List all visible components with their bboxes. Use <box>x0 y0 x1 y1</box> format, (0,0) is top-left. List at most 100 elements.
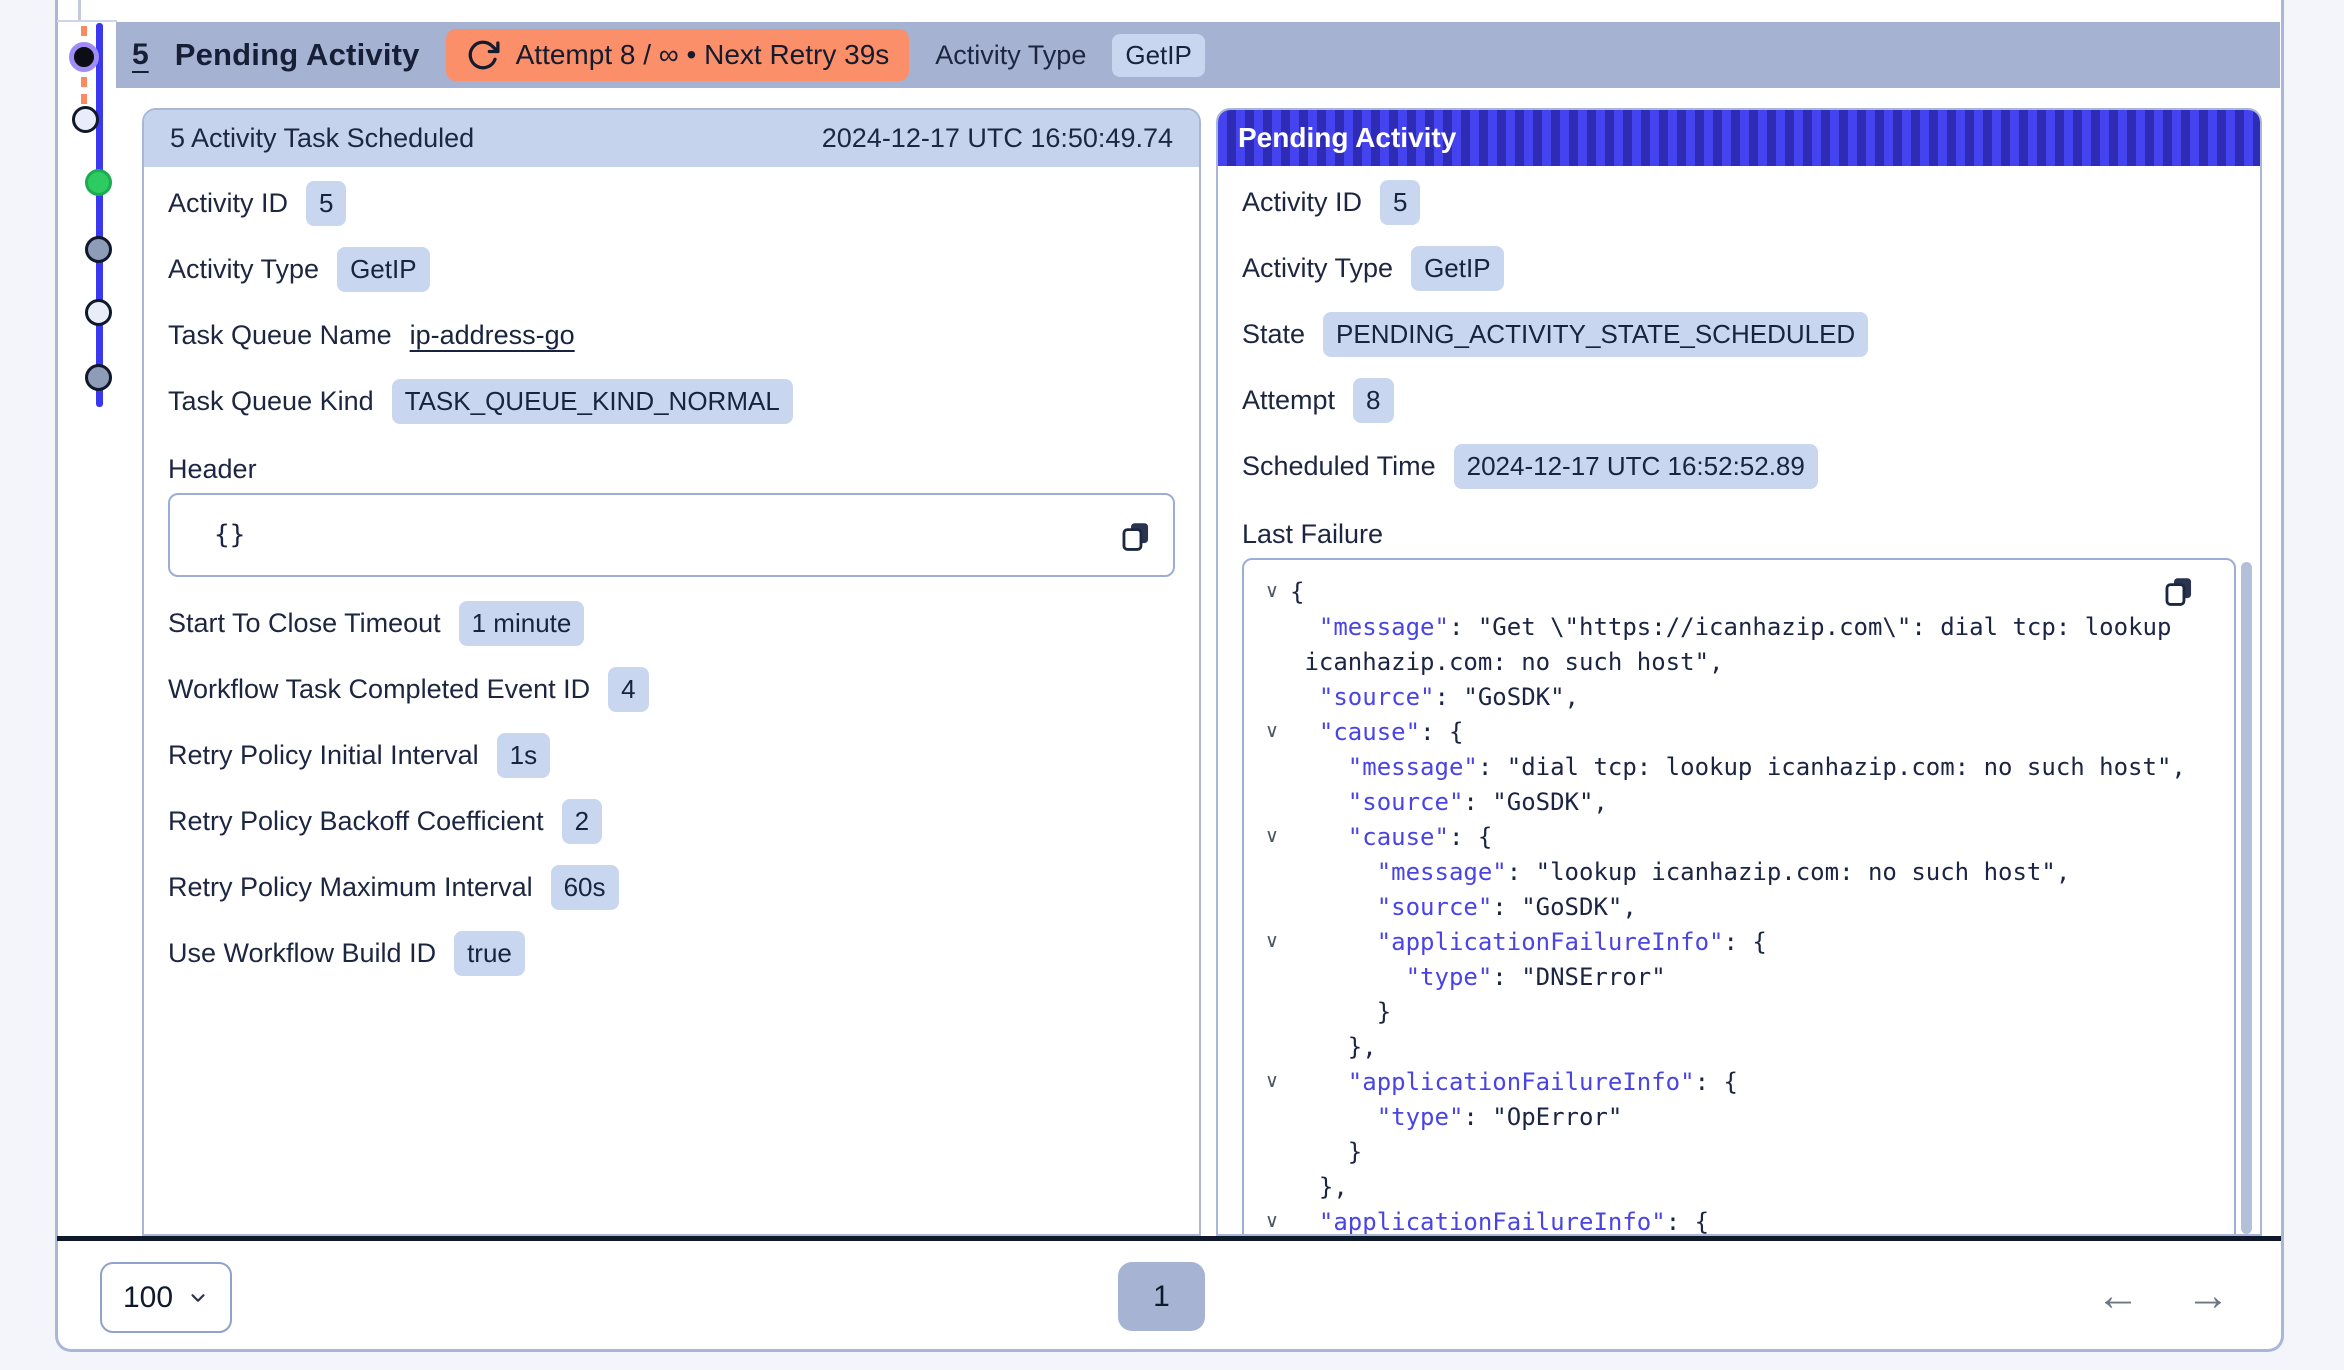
header-section-label: Header <box>168 445 1175 485</box>
code-line: ∨ "cause": { <box>1254 714 2214 749</box>
field-label: Activity ID <box>168 188 288 219</box>
collapse-chevron-icon[interactable]: ∨ <box>1254 825 1290 848</box>
field-label: Attempt <box>1242 385 1335 416</box>
code-line: ∨ "applicationFailureInfo": { <box>1254 924 2214 959</box>
timeline-line <box>96 23 103 407</box>
last-failure-label: Last Failure <box>1242 510 2236 550</box>
field-label: Activity Type <box>168 254 319 285</box>
timeline-dot <box>85 236 112 263</box>
field-value-badge: 1 minute <box>459 601 585 646</box>
collapse-chevron-icon[interactable]: ∨ <box>1254 720 1290 743</box>
task-queue-link[interactable]: ip-address-go <box>410 320 575 351</box>
code-text: } <box>1290 998 1391 1026</box>
code-line: }, <box>1254 1029 2214 1064</box>
last-failure-json: ∨{ "message": "Get \"https://icanhazip.c… <box>1254 574 2214 1236</box>
field-row-activity-id: Activity ID 5 <box>168 181 1175 225</box>
code-text: "applicationFailureInfo": { <box>1290 1208 1709 1236</box>
copy-button[interactable] <box>2162 574 2196 614</box>
activity-type-label: Activity Type <box>935 40 1086 71</box>
field-label: Retry Policy Maximum Interval <box>168 872 533 903</box>
page-size-select[interactable]: 100 <box>100 1262 232 1333</box>
field-label: Task Queue Name <box>168 320 392 351</box>
code-text: "type": "OpError" <box>1290 1103 1622 1131</box>
field-row-activity-type: Activity TypeGetIP <box>1242 246 2236 290</box>
field-row-retry-policy-backoff-coefficient: Retry Policy Backoff Coefficient2 <box>168 799 1175 843</box>
field-row-task-queue-kind: Task Queue Kind TASK_QUEUE_KIND_NORMAL <box>168 379 1175 423</box>
code-text: "cause": { <box>1290 823 1492 851</box>
collapse-chevron-icon[interactable]: ∨ <box>1254 1070 1290 1093</box>
event-card: 5 Activity Task Scheduled 2024-12-17 UTC… <box>142 108 1201 1236</box>
pending-fields: Activity ID5 Activity TypeGetIP StatePENDI… <box>1242 180 2236 488</box>
selected-event-marker <box>69 42 99 72</box>
event-title: Pending Activity <box>175 37 420 73</box>
field-value-badge: TASK_QUEUE_KIND_NORMAL <box>392 379 793 424</box>
field-label: Retry Policy Backoff Coefficient <box>168 806 544 837</box>
code-text: { <box>1290 578 1304 606</box>
field-value-badge: 2024-12-17 UTC 16:52:52.89 <box>1454 444 1818 489</box>
collapse-chevron-icon[interactable]: ∨ <box>1254 580 1290 603</box>
row-separator <box>57 20 117 22</box>
code-text: "applicationFailureInfo": { <box>1290 1068 1738 1096</box>
header-code-box: {} <box>168 493 1175 577</box>
field-label: Start To Close Timeout <box>168 608 441 639</box>
code-line: ∨ "applicationFailureInfo": { <box>1254 1204 2214 1236</box>
last-failure-code-box: ∨{ "message": "Get \"https://icanhazip.c… <box>1242 558 2236 1236</box>
code-text: "message": "dial tcp: lookup icanhazip.c… <box>1290 753 2186 781</box>
field-value-badge: 8 <box>1353 378 1393 423</box>
code-text: } <box>1290 1138 1362 1166</box>
event-card-title: 5 Activity Task Scheduled <box>170 123 474 154</box>
code-text: icanhazip.com: no such host", <box>1290 648 1723 676</box>
event-summary-row[interactable]: 5 Pending Activity Attempt 8 / ∞ • Next … <box>116 22 2280 88</box>
code-line: "source": "GoSDK", <box>1254 784 2214 819</box>
next-page-button[interactable]: → <box>2178 1268 2238 1324</box>
prev-page-button[interactable]: ← <box>2088 1268 2148 1324</box>
collapse-chevron-icon[interactable]: ∨ <box>1254 1210 1290 1233</box>
code-line: ∨ "applicationFailureInfo": { <box>1254 1064 2214 1099</box>
field-row-state: StatePENDING_ACTIVITY_STATE_SCHEDULED <box>1242 312 2236 356</box>
page: 5 Pending Activity Attempt 8 / ∞ • Next … <box>0 0 2344 1370</box>
collapse-chevron-icon[interactable]: ∨ <box>1254 930 1290 953</box>
field-row-use-workflow-build-id: Use Workflow Build IDtrue <box>168 931 1175 975</box>
field-label: Use Workflow Build ID <box>168 938 436 969</box>
code-text: "cause": { <box>1290 718 1463 746</box>
code-line: icanhazip.com: no such host", <box>1254 644 2214 679</box>
code-text: "message": "lookup icanhazip.com: no suc… <box>1290 858 2070 886</box>
field-row-activity-id: Activity ID5 <box>1242 180 2236 224</box>
activity-type-badge: GetIP <box>1112 34 1204 77</box>
field-row-scheduled-time: Scheduled Time2024-12-17 UTC 16:52:52.89 <box>1242 444 2236 488</box>
field-value-badge: GetIP <box>1411 246 1503 291</box>
code-text: "source": "GoSDK", <box>1290 893 1637 921</box>
event-id-link[interactable]: 5 <box>132 38 149 72</box>
event-fields: Activity ID 5 Activity Type GetIP Task Queue… <box>168 181 1175 423</box>
pending-card-header: Pending Activity <box>1218 110 2260 166</box>
field-value-badge: GetIP <box>337 247 429 292</box>
field-label: Workflow Task Completed Event ID <box>168 674 590 705</box>
header-code-content: {} <box>214 520 245 550</box>
bottom-separator <box>57 1236 2281 1241</box>
arrow-left-icon: ← <box>2096 1271 2140 1321</box>
code-line: "message": "Get \"https://icanhazip.com\… <box>1254 609 2214 644</box>
previous-row-edge <box>78 0 81 20</box>
field-label: Task Queue Kind <box>168 386 374 417</box>
scrollbar[interactable] <box>2241 562 2252 1234</box>
code-line: "source": "GoSDK", <box>1254 679 2214 714</box>
event-card-header: 5 Activity Task Scheduled 2024-12-17 UTC… <box>144 110 1199 167</box>
code-line: ∨{ <box>1254 574 2214 609</box>
code-line: ∨ "cause": { <box>1254 819 2214 854</box>
field-value-badge: 5 <box>306 181 346 226</box>
timeline-dot <box>85 364 112 391</box>
code-line: } <box>1254 1134 2214 1169</box>
timeline-dot-started <box>85 169 112 196</box>
copy-button[interactable] <box>1119 519 1153 560</box>
retry-badge-text: Attempt 8 / ∞ • Next Retry 39s <box>516 39 890 71</box>
page-number: 1 <box>1153 1280 1170 1314</box>
code-line: "type": "DNSError" <box>1254 959 2214 994</box>
retry-icon <box>466 38 500 72</box>
field-label: State <box>1242 319 1305 350</box>
field-row-retry-policy-maximum-interval: Retry Policy Maximum Interval60s <box>168 865 1175 909</box>
field-row-activity-type: Activity Type GetIP <box>168 247 1175 291</box>
code-line: }, <box>1254 1169 2214 1204</box>
event-fields-after: Start To Close Timeout 1 minute Workflow T… <box>168 601 1175 975</box>
page-1-button[interactable]: 1 <box>1118 1262 1205 1331</box>
pending-card-body: Activity ID5 Activity TypeGetIP StatePENDI… <box>1218 166 2260 1236</box>
